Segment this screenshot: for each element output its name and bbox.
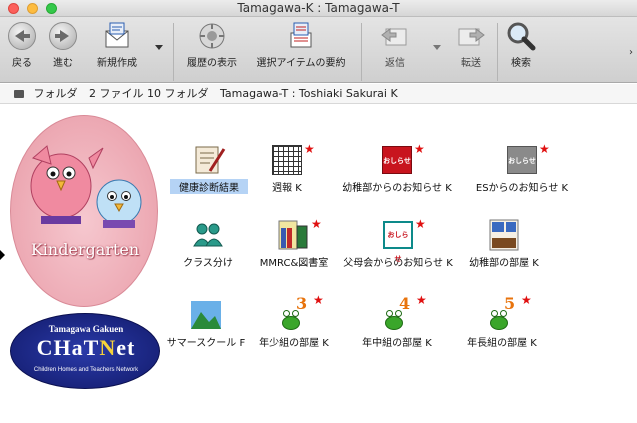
folder-item-es-news[interactable]: おしらせ ★ ESからのお知らせ K — [462, 143, 582, 194]
summary-icon — [286, 21, 316, 51]
forward-button[interactable]: 進む — [48, 21, 78, 69]
landscape-icon — [189, 298, 223, 332]
item-label: サマースクール F — [166, 338, 246, 349]
forward-arrow-icon — [48, 21, 78, 51]
notice-icon: おしらせ ★ — [380, 143, 425, 177]
chatnet-title-part: N — [99, 335, 117, 360]
class-number-label: 5 — [504, 294, 516, 313]
folder-content: Kindergarten Tamagawa Gakuen CHaTNet Chi… — [0, 105, 637, 423]
item-label: 健康診断結果 — [170, 179, 248, 194]
title-bar: Tamagawa-K : Tamagawa-T — [0, 0, 637, 17]
compose-menu-chevron-icon[interactable] — [155, 45, 163, 50]
chatnet-title-part: CHaT — [36, 335, 100, 360]
compose-button[interactable]: 新規作成 — [94, 21, 140, 69]
birds-illustration-icon — [30, 145, 142, 228]
reply-menu-chevron-icon[interactable] — [433, 45, 441, 50]
toolbar-overflow-button[interactable]: › — [629, 47, 633, 58]
new-star-icon: ★ — [416, 293, 427, 307]
new-star-icon: ★ — [311, 217, 322, 231]
forward-message-label: 転送 — [461, 58, 481, 69]
calendar-grid-icon: ★ — [270, 143, 315, 177]
new-message-icon — [102, 21, 132, 51]
notice-badge: おしらせ — [382, 146, 412, 174]
chatnet-title-part: et — [116, 335, 136, 360]
folder-item-summer[interactable]: サマースクール F — [160, 298, 252, 349]
frog-4-icon: 4 ★ — [380, 294, 427, 332]
room-icon — [487, 218, 521, 252]
notice-badge: おしらせ — [383, 221, 413, 263]
folder-item-health[interactable]: 健康診断結果 — [170, 143, 248, 194]
people-icon — [191, 218, 225, 252]
history-icon — [197, 21, 227, 51]
folder-item-mmrc[interactable]: ★ MMRC&図書室 — [254, 218, 334, 269]
item-label: 幼稚部からのお知らせ K — [342, 183, 452, 194]
frog-3-icon: 3 ★ — [277, 294, 324, 332]
folder-item-parents-news[interactable]: おしらせ ★ 父母会からのお知らせ K — [337, 218, 459, 269]
reply-label: 返信 — [385, 58, 405, 69]
library-books-icon: ★ — [277, 218, 322, 252]
summary-button[interactable]: 選択アイテムの要約 — [249, 21, 353, 69]
new-star-icon: ★ — [539, 142, 550, 156]
kindergarten-label: Kindergarten — [30, 240, 140, 259]
chatnet-top-label: Tamagawa Gakuen — [48, 324, 124, 334]
toolbar-divider — [497, 23, 498, 81]
new-star-icon: ★ — [521, 293, 532, 307]
chatnet-title: CHaTNet — [11, 335, 161, 361]
back-button[interactable]: 戻る — [7, 21, 37, 69]
item-label: 年少組の部屋 K — [259, 338, 329, 349]
folder-item-class[interactable]: クラス分け — [172, 218, 244, 269]
new-star-icon: ★ — [415, 217, 426, 231]
item-label: ESからのお知らせ K — [475, 183, 569, 194]
back-label: 戻る — [12, 58, 32, 69]
forward-message-icon — [456, 21, 486, 51]
chatnet-logo[interactable]: Tamagawa Gakuen CHaTNet Children Homes a… — [10, 313, 160, 389]
toolbar-divider — [361, 23, 362, 81]
folder-icon — [14, 90, 24, 98]
history-label: 履歴の表示 — [187, 58, 237, 69]
folder-item-nenchu[interactable]: 4 ★ 年中組の部屋 K — [357, 294, 437, 349]
toolbar: 戻る 進む 新規作成 履歴の表示 選択アイテムの要約 返信 転送 検索 › — [0, 17, 637, 83]
folder-item-nensho[interactable]: 3 ★ 年少組の部屋 K — [254, 294, 334, 349]
search-button[interactable]: 検索 — [506, 21, 536, 69]
new-star-icon: ★ — [304, 142, 315, 156]
path-bar: フォルダ 2 ファイル 10 フォルダ Tamagawa-T : Toshiak… — [0, 84, 637, 104]
back-arrow-icon — [7, 21, 37, 51]
new-star-icon: ★ — [414, 142, 425, 156]
kindergarten-logo: Kindergarten — [10, 115, 158, 307]
path-location: Tamagawa-T : Toshiaki Sakurai K — [220, 87, 398, 100]
chatnet-bottom-label: Children Homes and Teachers Network — [33, 367, 139, 373]
new-star-icon: ★ — [313, 293, 324, 307]
item-label: 年長組の部屋 K — [467, 338, 537, 349]
folder-item-nencho[interactable]: 5 ★ 年長組の部屋 K — [458, 294, 546, 349]
item-label: MMRC&図書室 — [259, 258, 329, 269]
toolbar-divider — [173, 23, 174, 81]
folder-item-kinder-news[interactable]: おしらせ ★ 幼稚部からのお知らせ K — [332, 143, 462, 194]
history-button[interactable]: 履歴の表示 — [183, 21, 241, 69]
path-folder-label: フォルダ — [33, 87, 78, 100]
class-number-label: 3 — [296, 294, 308, 313]
item-label: 幼稚部の部屋 K — [469, 258, 539, 269]
resize-marker-icon — [0, 250, 5, 260]
notice-badge: おしらせ — [507, 146, 537, 174]
forward-label: 進む — [53, 58, 73, 69]
path-item-count: 2 ファイル 10 フォルダ — [89, 87, 209, 100]
class-number-label: 4 — [399, 294, 411, 313]
item-label: 週報 K — [272, 183, 302, 194]
folder-item-kinder-room[interactable]: 幼稚部の部屋 K — [462, 218, 546, 269]
search-label: 検索 — [511, 58, 531, 69]
forward-message-button[interactable]: 転送 — [456, 21, 486, 69]
notice-icon: おしらせ ★ — [505, 143, 550, 177]
folder-item-weekly[interactable]: ★ 週報 K — [262, 143, 315, 194]
health-report-icon — [192, 143, 226, 177]
reply-button[interactable]: 返信 — [380, 21, 410, 69]
item-label: 年中組の部屋 K — [362, 338, 432, 349]
summary-label: 選択アイテムの要約 — [256, 58, 346, 69]
reply-icon — [380, 21, 410, 51]
frog-5-icon: 5 ★ — [485, 294, 532, 332]
search-icon — [506, 21, 536, 51]
compose-label: 新規作成 — [97, 58, 137, 69]
notice-icon: おしらせ ★ — [381, 218, 426, 263]
item-label: クラス分け — [183, 258, 233, 269]
window-title: Tamagawa-K : Tamagawa-T — [237, 1, 400, 15]
